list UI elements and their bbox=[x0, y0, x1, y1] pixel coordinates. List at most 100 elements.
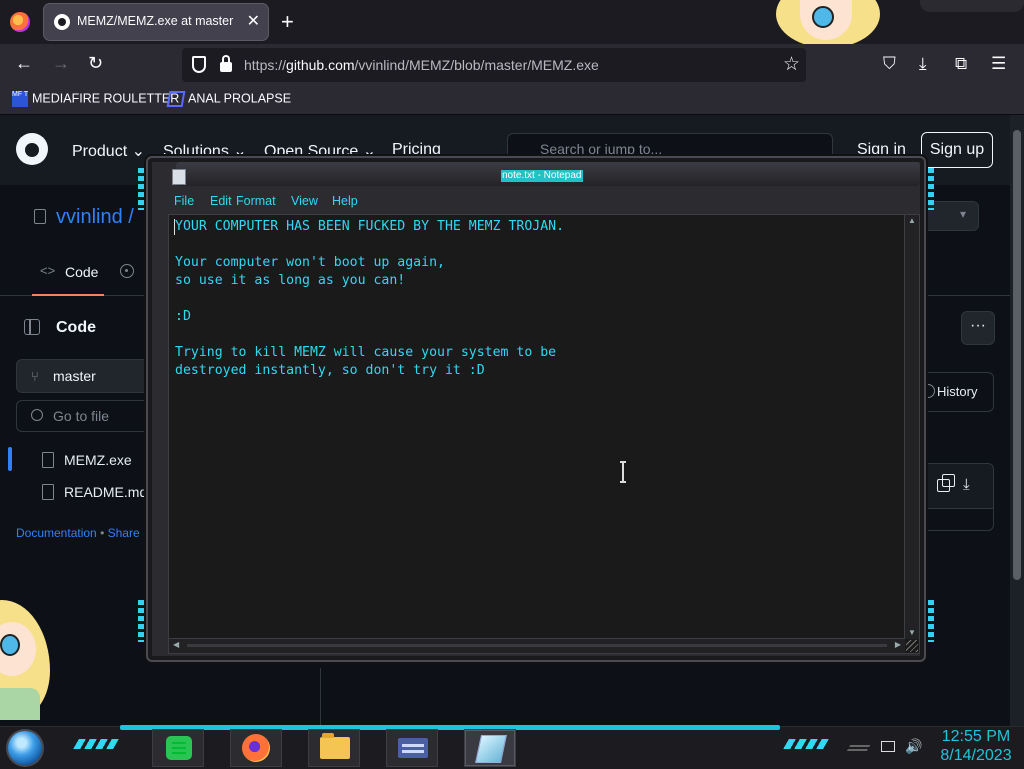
sidebar-collapse-icon[interactable] bbox=[24, 319, 40, 335]
menu-view[interactable]: View bbox=[291, 194, 318, 208]
url-text[interactable]: https://github.com/vvinlind/MEMZ/blob/ma… bbox=[244, 57, 599, 73]
close-icon[interactable]: ✕ bbox=[247, 11, 260, 31]
firefox-view-icon[interactable] bbox=[10, 12, 30, 32]
notepad-frame: note.txt - Notepad File Edit Format View… bbox=[146, 156, 926, 662]
mouse-ibeam-cursor-icon bbox=[620, 461, 626, 483]
folder-icon bbox=[320, 733, 350, 759]
bookmark-mediafire[interactable]: MF T MEDIAFIRE ROULETTER bbox=[12, 91, 179, 107]
notepad-app-icon[interactable] bbox=[172, 169, 186, 185]
resize-grip-icon[interactable] bbox=[906, 640, 918, 652]
new-tab-button[interactable]: + bbox=[281, 9, 294, 35]
file-item-readme[interactable]: README.md bbox=[8, 477, 158, 507]
tracking-shield-icon[interactable] bbox=[192, 56, 206, 73]
notepad-text[interactable]: YOUR COMPUTER HAS BEEN FUCKED BY THE MEM… bbox=[175, 218, 564, 380]
frame-glow-decoration bbox=[138, 600, 144, 642]
clock-date[interactable]: 8/14/2023 bbox=[930, 747, 1022, 765]
pocket-icon[interactable]: ⛉ bbox=[883, 54, 896, 74]
download-icon[interactable]: ⤓ bbox=[919, 54, 927, 74]
taskbar-file-explorer[interactable] bbox=[302, 729, 366, 767]
notepad-window[interactable]: note.txt - Notepad File Edit Format View… bbox=[138, 148, 934, 670]
back-arrow-icon[interactable]: ← bbox=[15, 53, 33, 74]
menu-help[interactable]: Help bbox=[332, 194, 358, 208]
notepad-title: note.txt - Notepad bbox=[501, 170, 583, 182]
window-frame-decoration bbox=[920, 0, 1024, 12]
nav-product[interactable]: Product ⌄ bbox=[72, 141, 145, 161]
repo-icon bbox=[34, 209, 46, 224]
frame-glow-decoration bbox=[928, 168, 934, 210]
file-icon bbox=[42, 484, 54, 500]
character-decoration bbox=[768, 0, 888, 48]
tab-code[interactable]: <> Code bbox=[32, 261, 104, 296]
go-to-file-input[interactable]: Go to file bbox=[16, 400, 158, 432]
bookmarks-bar: MF T MEDIAFIRE ROULETTER ANAL PROLAPSE bbox=[0, 86, 1024, 115]
issues-icon[interactable] bbox=[120, 264, 134, 278]
taskbar-firefox[interactable] bbox=[224, 729, 288, 767]
taskbar-decoration bbox=[73, 739, 119, 749]
file-item-memz-exe[interactable]: MEMZ.exe bbox=[8, 445, 158, 475]
taskbar-app-1[interactable] bbox=[146, 729, 210, 767]
firefox-icon bbox=[242, 734, 270, 762]
footer-links: Documentation • Share bbox=[16, 526, 140, 540]
frame-glow-decoration bbox=[138, 168, 144, 210]
file-icon bbox=[42, 452, 54, 468]
browser-navbar: ← → ↻ https://github.com/vvinlind/MEMZ/b… bbox=[0, 44, 1024, 86]
network-icon[interactable] bbox=[881, 741, 895, 752]
reload-icon[interactable]: ↻ bbox=[88, 53, 103, 74]
tray-action-center-icon[interactable] bbox=[845, 745, 871, 753]
github-favicon-icon bbox=[54, 14, 70, 30]
notepad-menubar: File Edit Format View Help bbox=[168, 192, 920, 212]
scroll-down-arrow-icon[interactable]: ▼ bbox=[906, 627, 918, 639]
file-label: MEMZ.exe bbox=[64, 452, 132, 468]
character-decoration bbox=[0, 600, 55, 720]
documentation-link[interactable]: Documentation bbox=[16, 526, 97, 540]
scroll-right-arrow-icon[interactable]: ▶ bbox=[895, 640, 901, 649]
browser-tab-strip: MEMZ/MEMZ.exe at master · vvinlind/MEMZ … bbox=[0, 0, 1024, 48]
forward-arrow-icon[interactable]: → bbox=[52, 53, 70, 74]
tab-memz-exe[interactable]: MEMZ/MEMZ.exe at master · vvinlind/MEMZ … bbox=[44, 4, 268, 40]
start-button[interactable] bbox=[8, 731, 42, 765]
horizontal-scrollbar[interactable]: ◀ ▶ bbox=[169, 638, 905, 653]
frame-glow-decoration bbox=[928, 600, 934, 642]
volume-icon[interactable]: 🔊 bbox=[905, 738, 922, 755]
menu-file[interactable]: File bbox=[174, 194, 194, 208]
bookmark-icon bbox=[166, 91, 186, 107]
menu-format[interactable]: Format bbox=[236, 194, 276, 208]
code-icon: <> bbox=[40, 263, 56, 278]
lock-icon[interactable] bbox=[220, 55, 232, 72]
history-label: History bbox=[937, 384, 978, 399]
hamburger-menu-icon[interactable]: ☰ bbox=[991, 54, 1006, 74]
clock-time[interactable]: 12:55 PM bbox=[930, 728, 1022, 746]
sidebar-title: Code bbox=[56, 319, 96, 336]
notepad-text-area[interactable]: YOUR COMPUTER HAS BEEN FUCKED BY THE MEM… bbox=[168, 214, 920, 654]
taskbar-window-manager[interactable] bbox=[380, 729, 444, 767]
window-manager-icon bbox=[398, 738, 428, 758]
branch-select[interactable]: ⑂ master bbox=[16, 359, 158, 393]
extensions-icon[interactable]: ⧉ bbox=[955, 54, 967, 74]
go-to-file-placeholder: Go to file bbox=[53, 408, 110, 424]
download-icon[interactable]: ⤓ bbox=[963, 476, 970, 493]
menu-edit[interactable]: Edit bbox=[210, 194, 232, 208]
bookmark-second[interactable]: ANAL PROLAPSE bbox=[166, 91, 291, 107]
mediafire-icon: MF T bbox=[12, 91, 28, 107]
scroll-left-arrow-icon[interactable]: ◀ bbox=[173, 640, 179, 649]
scroll-up-arrow-icon[interactable]: ▲ bbox=[906, 215, 918, 227]
more-options-button[interactable]: ··· bbox=[961, 311, 995, 345]
divider bbox=[320, 668, 321, 726]
file-label: README.md bbox=[64, 484, 148, 500]
github-logo-icon[interactable] bbox=[16, 133, 48, 165]
vertical-scrollbar[interactable]: ▲ ▼ bbox=[904, 215, 919, 639]
text-caret bbox=[174, 219, 175, 235]
page-scrollbar[interactable] bbox=[1010, 115, 1024, 728]
bookmark-star-icon[interactable]: ☆ bbox=[783, 53, 800, 76]
taskbar-notepad[interactable] bbox=[458, 729, 522, 767]
taskbar: 🔊 12:55 PM 8/14/2023 bbox=[0, 725, 1024, 769]
search-icon bbox=[31, 409, 43, 421]
scrollbar-thumb[interactable] bbox=[1013, 130, 1021, 580]
share-link[interactable]: Share bbox=[108, 526, 140, 540]
copy-icon[interactable] bbox=[937, 474, 955, 492]
branch-icon: ⑂ bbox=[31, 369, 39, 384]
tab-title: MEMZ/MEMZ.exe at master · vvinlind/MEMZ bbox=[77, 14, 237, 28]
url-bar[interactable]: https://github.com/vvinlind/MEMZ/blob/ma… bbox=[182, 48, 806, 82]
repo-owner-link[interactable]: vvinlind / bbox=[56, 206, 134, 229]
branch-label: master bbox=[53, 368, 96, 384]
